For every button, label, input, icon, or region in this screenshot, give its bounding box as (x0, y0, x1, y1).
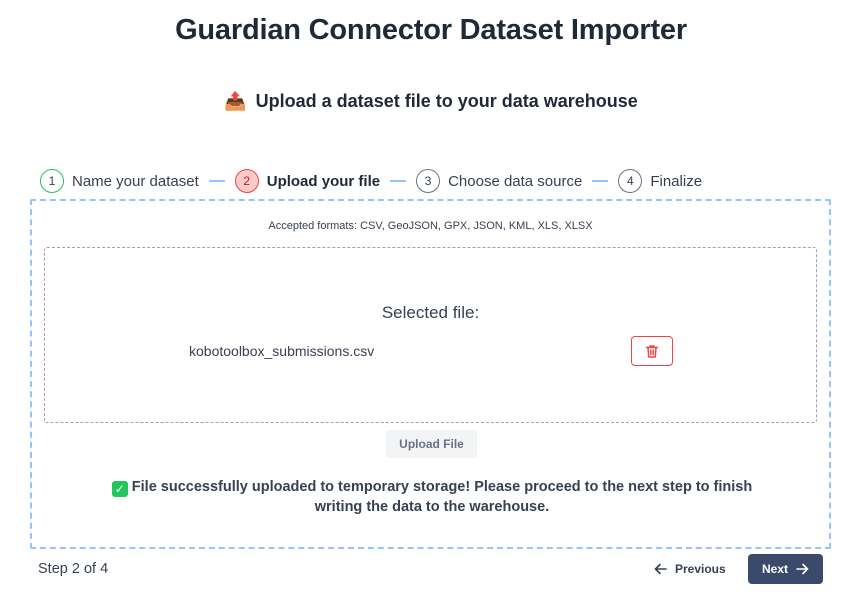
step-label: Choose data source (448, 172, 583, 190)
step-number: 1 (40, 169, 64, 193)
previous-button[interactable]: Previous (646, 555, 734, 583)
step-number: 3 (416, 169, 441, 193)
step-number: 2 (234, 169, 259, 193)
upload-file-button[interactable]: Upload File (386, 430, 477, 458)
arrow-right-icon (796, 563, 809, 575)
success-text: File successfully uploaded to temporary … (131, 479, 753, 515)
step-separator (592, 180, 609, 182)
delete-file-button[interactable] (631, 336, 673, 366)
step-label: Name your dataset (72, 172, 199, 190)
success-message: ✓ File successfully uploaded to temporary… (102, 477, 762, 517)
step-label: Upload your file (266, 172, 381, 190)
selected-file-box: Selected file: kobotoolbox_submissions.c… (44, 247, 817, 423)
upload-tray-icon: 📤 (224, 91, 247, 112)
page-subtitle: 📤 Upload a dataset file to your data war… (0, 91, 862, 112)
file-name: kobotoolbox_submissions.csv (189, 343, 375, 359)
step-name-dataset[interactable]: 1 Name your dataset (40, 169, 199, 193)
step-choose-source[interactable]: 3 Choose data source (416, 169, 582, 193)
previous-label: Previous (675, 562, 726, 576)
step-upload-file[interactable]: 2 Upload your file (234, 169, 381, 193)
selected-file-heading: Selected file: (381, 303, 480, 322)
step-label: Finalize (650, 172, 703, 190)
check-mark-icon: ✓ (111, 481, 128, 497)
next-label: Next (761, 562, 788, 576)
step-count: Step 2 of 4 (38, 561, 109, 577)
step-separator (390, 180, 407, 182)
upload-dropzone[interactable]: Accepted formats: CSV, GeoJSON, GPX, JSO… (30, 199, 831, 549)
accepted-formats: Accepted formats: CSV, GeoJSON, GPX, JSO… (268, 220, 593, 232)
stepper: 1 Name your dataset 2 Upload your file 3… (40, 169, 702, 193)
page-title: Guardian Connector Dataset Importer (175, 14, 687, 46)
trash-icon (645, 344, 659, 358)
step-number: 4 (618, 169, 643, 193)
step-finalize[interactable]: 4 Finalize (618, 169, 702, 193)
step-separator (208, 180, 225, 182)
next-button[interactable]: Next (748, 554, 823, 584)
arrow-left-icon (654, 563, 667, 575)
subtitle-text: Upload a dataset file to your data wareh… (255, 91, 638, 111)
